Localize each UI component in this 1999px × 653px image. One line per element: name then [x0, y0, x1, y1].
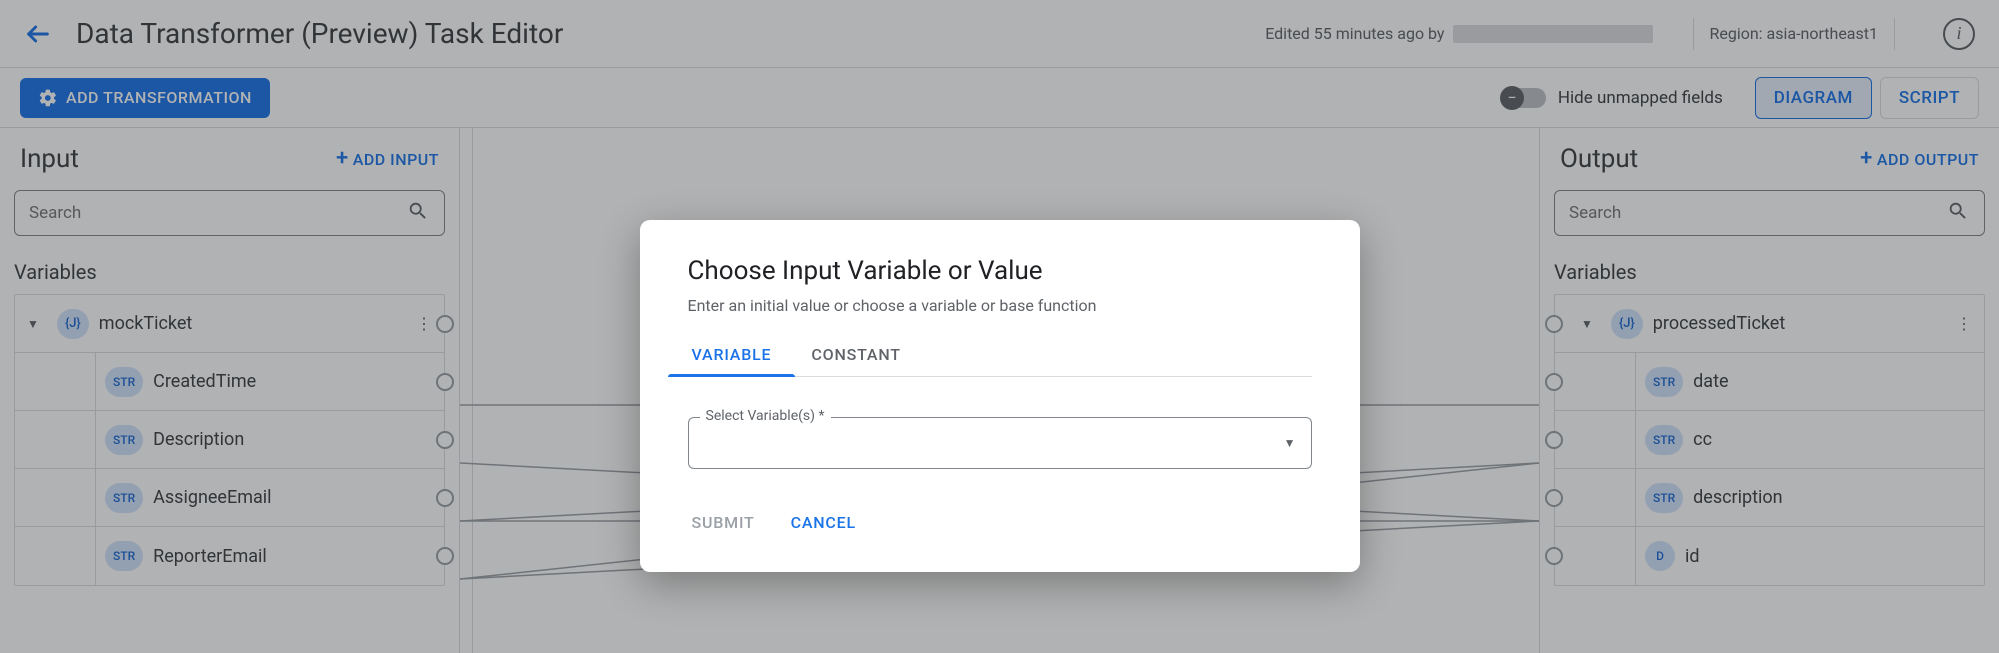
tab-variable[interactable]: VARIABLE — [688, 335, 776, 376]
dialog-subtitle: Enter an initial value or choose a varia… — [688, 296, 1312, 315]
cancel-button[interactable]: CANCEL — [787, 505, 860, 540]
select-variable-dropdown[interactable] — [688, 417, 1312, 469]
choose-variable-dialog: Choose Input Variable or Value Enter an … — [640, 220, 1360, 572]
modal-scrim[interactable]: Choose Input Variable or Value Enter an … — [0, 0, 1999, 653]
dialog-tabs: VARIABLE CONSTANT — [688, 335, 1312, 377]
chevron-down-icon: ▼ — [1284, 436, 1296, 450]
dialog-actions: SUBMIT CANCEL — [688, 505, 1312, 540]
select-variable-label: Select Variable(s) * — [700, 408, 831, 424]
dialog-title: Choose Input Variable or Value — [688, 256, 1312, 286]
select-variable-field[interactable]: Select Variable(s) * ▼ — [688, 417, 1312, 469]
tab-constant[interactable]: CONSTANT — [807, 335, 904, 376]
submit-button[interactable]: SUBMIT — [688, 505, 759, 540]
